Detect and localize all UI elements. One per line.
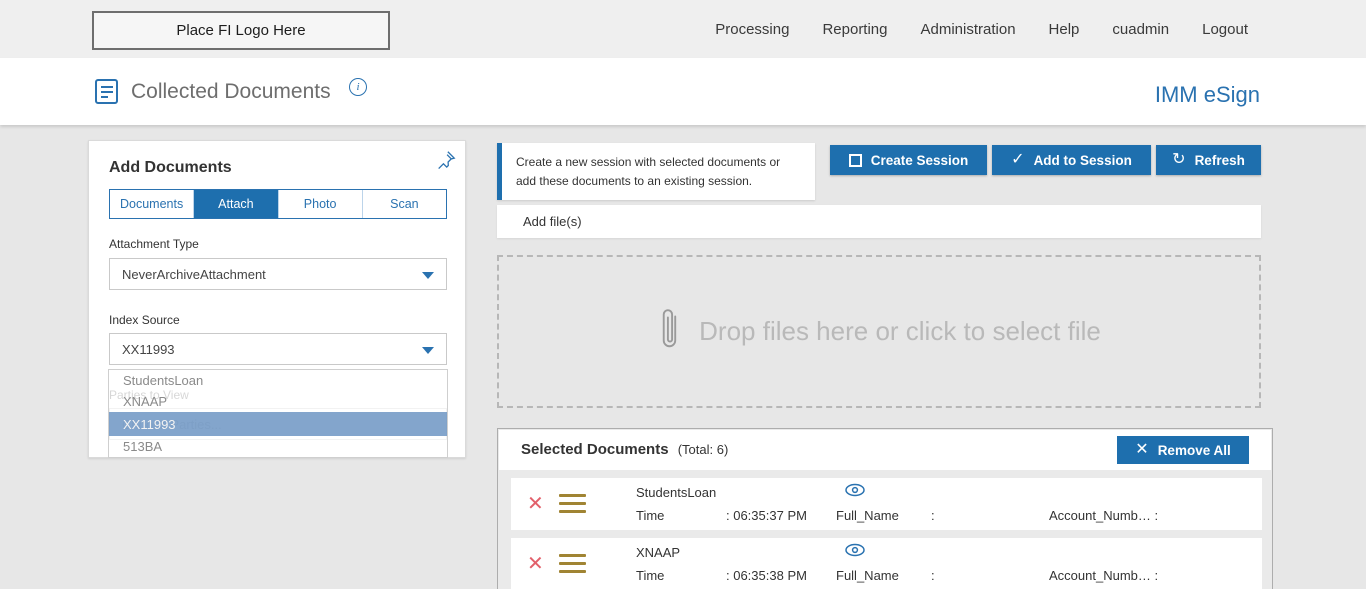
index-source-value: XX11993 xyxy=(122,341,175,357)
top-bar: Place FI Logo Here Processing Reporting … xyxy=(0,0,1366,58)
nav-help[interactable]: Help xyxy=(1049,21,1080,38)
paperclip-icon xyxy=(657,306,683,357)
account-number-label: Account_Numb… : xyxy=(1049,568,1159,583)
full-name-label: Full_Name xyxy=(836,508,899,523)
delete-document-icon[interactable]: ✕ xyxy=(527,551,544,576)
selected-documents-title: Selected Documents xyxy=(521,441,669,458)
refresh-icon: ↻ xyxy=(1172,151,1186,168)
drag-handle-icon[interactable] xyxy=(559,554,586,578)
drag-handle-icon[interactable] xyxy=(559,494,586,518)
info-icon[interactable]: i xyxy=(349,78,367,96)
document-name: StudentsLoan xyxy=(636,485,717,500)
attachment-type-select[interactable]: NeverArchiveAttachment xyxy=(109,258,447,290)
brand-imm-esign: IMM eSign xyxy=(1154,82,1260,107)
page-title: Collected Documents xyxy=(131,80,331,103)
time-label: Time xyxy=(636,568,665,583)
nav-user-cuadmin[interactable]: cuadmin xyxy=(1112,21,1169,38)
full-name-value: : xyxy=(931,508,935,523)
add-documents-title: Add Documents xyxy=(109,159,232,176)
refresh-label: Refresh xyxy=(1194,152,1245,168)
add-to-session-label: Add to Session xyxy=(1033,152,1132,168)
add-files-label: Add file(s) xyxy=(523,214,582,229)
option-xnaap[interactable]: XNAAP xyxy=(109,391,447,412)
option-xx11993-selected[interactable]: XX11993 xyxy=(109,412,447,436)
document-row: ✕ XNAAP Time : 06:35:38 PM Full_Name : A… xyxy=(511,538,1262,589)
index-source-label: Index Source xyxy=(109,313,180,327)
tab-scan[interactable]: Scan xyxy=(362,190,446,218)
preview-eye-icon[interactable] xyxy=(844,482,866,503)
time-label: Time xyxy=(636,508,665,523)
document-name: XNAAP xyxy=(636,545,681,560)
remove-all-label: Remove All xyxy=(1157,442,1231,458)
add-documents-tabs: Documents Attach Photo Scan xyxy=(109,189,447,219)
refresh-button[interactable]: ↻ Refresh xyxy=(1156,145,1261,175)
full-name-label: Full_Name xyxy=(836,568,899,583)
square-icon xyxy=(848,153,862,167)
option-studentsloan[interactable]: StudentsLoan xyxy=(109,370,447,391)
account-number-label: Account_Numb… : xyxy=(1049,508,1159,523)
selected-documents-panel: Selected Documents (Total: 6) ✕ Remove A… xyxy=(497,428,1273,589)
remove-all-button[interactable]: ✕ Remove All xyxy=(1117,436,1249,464)
app-header: Collected Documents i IMM eSign xyxy=(0,58,1366,125)
create-session-button[interactable]: Create Session xyxy=(830,145,987,175)
add-to-session-button[interactable]: ✓ Add to Session xyxy=(992,145,1151,175)
full-name-value: : xyxy=(931,568,935,583)
fi-logo-placeholder: Place FI Logo Here xyxy=(92,11,390,50)
preview-eye-icon[interactable] xyxy=(844,542,866,563)
attachment-type-label: Attachment Type xyxy=(109,237,199,251)
collected-documents-page: Place FI Logo Here Processing Reporting … xyxy=(0,0,1366,589)
tab-photo[interactable]: Photo xyxy=(278,190,363,218)
session-info-message: Create a new session with selected docum… xyxy=(497,143,815,201)
create-session-label: Create Session xyxy=(870,152,969,168)
add-files-bar[interactable]: Add file(s) xyxy=(497,205,1261,238)
selected-documents-header: Selected Documents (Total: 6) ✕ Remove A… xyxy=(499,430,1271,470)
index-source-dropdown-list: StudentsLoan XNAAP XX11993 513BA xyxy=(108,369,448,458)
file-dropzone[interactable]: Drop files here or click to select file xyxy=(497,255,1261,408)
selected-documents-title-wrap: Selected Documents (Total: 6) xyxy=(521,441,728,458)
tab-attach[interactable]: Attach xyxy=(194,190,279,218)
close-icon: ✕ xyxy=(1135,441,1149,458)
nav-administration[interactable]: Administration xyxy=(921,21,1016,38)
chevron-down-icon xyxy=(422,347,434,354)
time-value: : 06:35:38 PM xyxy=(726,568,807,583)
nav-processing[interactable]: Processing xyxy=(715,21,789,38)
attachment-type-value: NeverArchiveAttachment xyxy=(122,266,266,282)
chevron-down-icon xyxy=(422,272,434,279)
top-navigation: Processing Reporting Administration Help… xyxy=(715,0,1248,58)
add-documents-card: Add Documents Documents Attach Photo Sca… xyxy=(88,140,466,458)
tab-documents[interactable]: Documents xyxy=(110,190,195,218)
dropzone-text: Drop files here or click to select file xyxy=(699,316,1101,346)
document-row: ✕ StudentsLoan Time : 06:35:37 PM Full_N… xyxy=(511,478,1262,530)
check-icon: ✓ xyxy=(1011,151,1025,168)
collected-documents-icon xyxy=(94,78,120,110)
nav-reporting[interactable]: Reporting xyxy=(822,21,887,38)
index-source-select[interactable]: XX11993 xyxy=(109,333,447,365)
time-value: : 06:35:37 PM xyxy=(726,508,807,523)
main-content: Add Documents Documents Attach Photo Sca… xyxy=(0,125,1366,589)
pin-icon[interactable] xyxy=(435,149,457,176)
nav-logout[interactable]: Logout xyxy=(1202,21,1248,38)
option-513ba[interactable]: 513BA xyxy=(109,436,447,457)
selected-documents-total: (Total: 6) xyxy=(677,442,729,457)
delete-document-icon[interactable]: ✕ xyxy=(527,491,544,516)
